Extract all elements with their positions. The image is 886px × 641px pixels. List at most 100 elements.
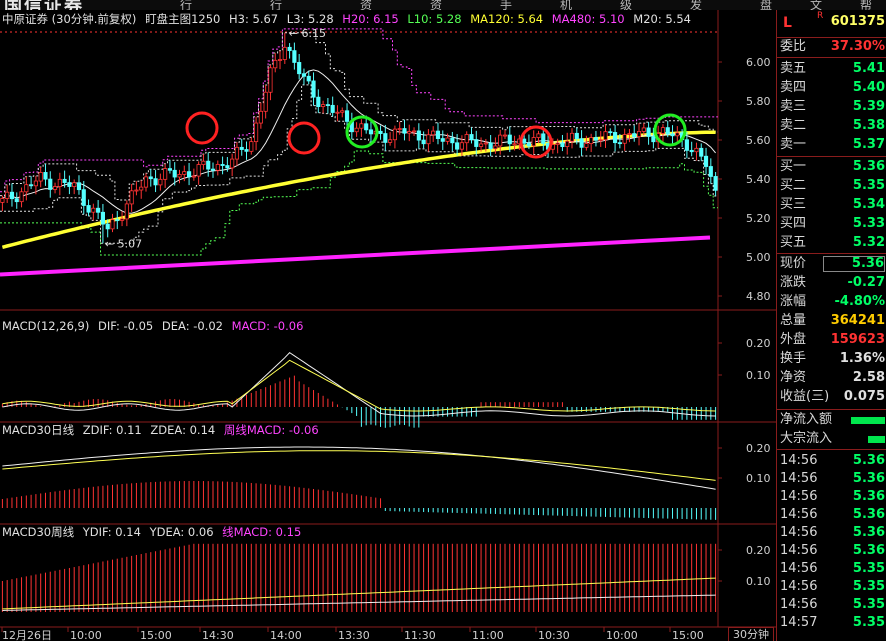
macd1-macd: MACD: -0.06 <box>231 319 304 333</box>
candle-body <box>455 142 460 150</box>
trade-tick-label: 14:56 <box>780 597 818 612</box>
menu-item[interactable]: 行 <box>270 0 282 10</box>
candle-body <box>397 128 402 130</box>
candle-body <box>215 164 220 171</box>
candle-body <box>81 189 86 206</box>
menu-item[interactable]: 盘 <box>760 0 772 10</box>
trade-tick: 14:56 5.36 <box>777 470 886 488</box>
candle-body <box>325 104 330 106</box>
menu-item[interactable]: 发 <box>690 0 702 10</box>
main-chart-header: 中原证券 (30分钟.前复权) 盯盘主图1250 H3: 5.67 L3: 5.… <box>2 12 696 27</box>
trade-tick-value: 5.36 <box>852 507 885 522</box>
menu-item[interactable]: 资 <box>360 0 372 10</box>
ask-level-label: 卖五 <box>780 61 807 76</box>
menu-item[interactable]: 资 <box>430 0 442 10</box>
quote-panel: L R 601375 委比 37.30% 卖五 5.41 卖四 5.40 卖三 5.39 卖二 5… <box>776 10 886 641</box>
candle-body <box>225 165 230 169</box>
candle-body <box>163 168 168 180</box>
candle-body <box>67 182 72 187</box>
macd2-title[interactable]: MACD30日线 <box>2 423 74 437</box>
ask-level-label: 卖一 <box>780 137 807 152</box>
candle-body <box>598 139 603 142</box>
candle-body <box>96 207 101 213</box>
bid-level: 买五 5.32 <box>777 234 886 252</box>
candle-body <box>388 139 393 143</box>
ask-level-label: 卖二 <box>780 118 807 133</box>
ask-level-value: 5.38 <box>852 118 885 133</box>
macd1-title[interactable]: MACD(12,26,9) <box>2 319 89 333</box>
overlay-name[interactable]: 盯盘主图1250 <box>145 12 220 26</box>
candle-body <box>24 184 29 193</box>
candle-body <box>569 132 575 142</box>
quote-stat: 外盘 159623 <box>777 331 886 349</box>
candle-body <box>488 142 493 150</box>
menu-item[interactable]: 行 <box>180 0 192 10</box>
low-price-label: ← 5.07 <box>105 237 142 250</box>
candle-body <box>282 46 287 60</box>
candle-body <box>359 123 364 129</box>
trade-tick: 14:56 5.36 <box>777 506 886 524</box>
stock-title: 中原证券 (30分钟.前复权) <box>2 12 137 26</box>
menu-item[interactable]: 级 <box>620 0 632 10</box>
macd3-title[interactable]: MACD30周线 <box>2 525 74 539</box>
candle-body <box>76 182 82 191</box>
bid-level-label: 买二 <box>780 178 807 193</box>
quote-stat-label: 净资 <box>780 370 807 385</box>
quote-stat-label: 换手 <box>780 351 807 366</box>
quote-stat: 换手 1.36% <box>777 350 886 368</box>
candle-body <box>230 158 235 169</box>
menu-item[interactable]: 帮 <box>860 0 872 10</box>
bid-level-label: 买一 <box>780 159 807 174</box>
chart-area[interactable]: 6.00 5.80 5.60 5.40 5.20 5.00 4.80 ← 6.15 ← 5.07… <box>0 10 776 641</box>
candle-body <box>344 110 350 122</box>
price-tick-label: 6.00 <box>746 56 771 69</box>
candle-body <box>636 130 642 138</box>
ask-level-label: 卖三 <box>780 99 807 114</box>
candle-body <box>507 134 512 145</box>
candle-body <box>119 218 125 221</box>
candle-body <box>613 132 618 144</box>
candle-body <box>292 50 297 63</box>
candle-body <box>14 198 19 203</box>
time-label: 14:00 <box>270 629 302 641</box>
trade-tick-value: 5.35 <box>852 561 885 576</box>
trade-tick-label: 14:57 <box>780 615 818 630</box>
ask-level: 卖四 5.40 <box>777 79 886 97</box>
trade-tick-label: 14:56 <box>780 543 818 558</box>
candle-body <box>158 178 163 186</box>
candle-body <box>383 133 388 143</box>
candle-body <box>703 155 709 167</box>
macd1-tick-label: 0.10 <box>746 369 771 382</box>
macd2-zdif: ZDIF: 0.11 <box>82 423 142 437</box>
quote-stat: 收益(三) 0.075 <box>777 388 886 406</box>
quote-stat-value: 364241 <box>830 313 885 328</box>
m20-value: M20: 5.54 <box>633 12 691 26</box>
menu-item[interactable]: 机 <box>560 0 572 10</box>
quote-stat: 总量 364241 <box>777 312 886 330</box>
candle-body <box>182 171 187 175</box>
menu-item[interactable]: 手 <box>500 0 512 10</box>
candle-body <box>177 174 182 178</box>
candle-body <box>627 133 632 136</box>
money-flow-label: 大宗流入 <box>780 431 833 446</box>
menu-item[interactable]: 文 <box>810 0 822 10</box>
period-tab[interactable]: 30分钟 <box>728 627 774 641</box>
candle-body <box>335 111 340 114</box>
market-letter: L <box>783 15 792 31</box>
price-tick-label: 5.20 <box>746 212 771 225</box>
candle-body <box>316 96 321 107</box>
candle-body <box>440 138 445 142</box>
candle-body <box>426 134 431 145</box>
candle-body <box>593 137 599 141</box>
time-label: 13:30 <box>338 629 370 641</box>
candle-body <box>57 178 62 187</box>
candle-body <box>191 175 196 178</box>
candle-body <box>33 180 38 187</box>
candle-body <box>555 142 560 145</box>
candle-body <box>665 127 670 135</box>
candle-body <box>459 142 464 150</box>
macd3-tick-label: 0.10 <box>746 575 771 588</box>
ask-level-label: 卖四 <box>780 80 807 95</box>
macd3-ydea: YDEA: 0.06 <box>149 525 214 539</box>
money-flow-label: 净流入额 <box>780 412 833 427</box>
